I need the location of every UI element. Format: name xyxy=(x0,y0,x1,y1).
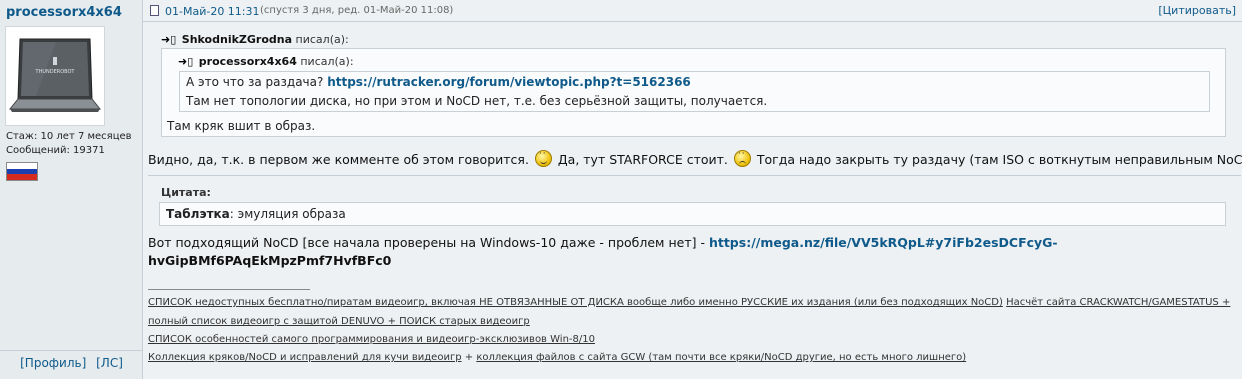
signature-line-2: полный список видеоигр с защитой DENUVO … xyxy=(148,316,530,327)
cite-text: Таблэтка: эмуляция образа xyxy=(166,207,346,221)
quote-said: писал(а): xyxy=(295,33,349,46)
profile-link[interactable]: [Профиль] xyxy=(20,356,86,370)
inner-quote-box: А это что за раздача? https://rutracker.… xyxy=(179,71,1210,112)
sig-link-gcw[interactable]: коллекция файлов с сайта GCW (там почти … xyxy=(476,352,966,363)
sig-link-win810[interactable]: СПИСОК особенностей самого программирова… xyxy=(148,334,595,345)
inner-quote-line1: А это что за раздача? https://rutracker.… xyxy=(186,75,691,89)
post-header: 01-Май-20 11:31 (спустя 3 дня, ред. 01-М… xyxy=(143,0,1242,22)
nocd-line: Вот подходящий NoCD [все начала проверен… xyxy=(148,235,1058,250)
user-links: [Профиль] [ЛС] xyxy=(0,350,143,379)
outer-quote-header: ➜▯ ShkodnikZGrodna писал(а): xyxy=(161,33,349,46)
inner-quote-line2: Там нет топологии диска, но при этом и N… xyxy=(186,94,768,108)
mega-link-cont[interactable]: hvGipBMf6PAqEkMpzPmf7HvfBFc0 xyxy=(148,253,391,268)
reply-text: Видно, да, т.к. в первом же комменте об … xyxy=(148,149,1242,167)
post-body: 01-Май-20 11:31 (спустя 3 дня, ред. 01-М… xyxy=(143,0,1242,379)
divider xyxy=(148,175,1241,176)
signature-line-1: СПИСОК недоступных бесплатно/пиратам вид… xyxy=(148,297,1230,308)
post-icon[interactable] xyxy=(150,5,159,16)
inner-quote-header: ➜▯ processorx4x64 писал(а): xyxy=(178,55,354,68)
quote-button[interactable]: [Цитировать] xyxy=(1158,4,1236,17)
outer-quote-reply: Там кряк вшит в образ. xyxy=(167,119,316,133)
user-pane: processorx4x64 THUNDEROBOT Стаж: 10 лет … xyxy=(0,0,143,379)
cite-bold: Таблэтка xyxy=(166,207,230,221)
quote-arrow-icon: ➜▯ xyxy=(161,33,177,46)
cite-box: Таблэтка: эмуляция образа xyxy=(159,202,1226,226)
inner-quote-text: А это что за раздача? xyxy=(186,75,324,89)
rutracker-link[interactable]: https://rutracker.org/forum/viewtopic.ph… xyxy=(327,75,691,89)
reply-part-2: Да, тут STARFORCE стоит. xyxy=(557,152,728,167)
username[interactable]: processorx4x64 xyxy=(6,5,122,20)
post-date[interactable]: 01-Май-20 11:31 xyxy=(165,5,260,18)
post-edited-note: (спустя 3 дня, ред. 01-Май-20 11:08) xyxy=(260,5,454,16)
inner-quote-author: processorx4x64 xyxy=(198,55,297,68)
pm-link[interactable]: [ЛС] xyxy=(96,356,123,370)
sig-link-unavailable-games[interactable]: СПИСОК недоступных бесплатно/пиратам вид… xyxy=(148,297,1003,308)
signature-divider xyxy=(148,289,310,290)
sig-link-cracks[interactable]: Коллекция кряков/NoCD и исправлений для … xyxy=(148,352,462,363)
user-messages: Сообщений: 19371 xyxy=(6,145,105,156)
outer-quote-box: ➜▯ processorx4x64 писал(а): А это что за… xyxy=(161,48,1226,137)
country-flag-icon xyxy=(6,162,38,181)
signature-line-4: Коллекция кряков/NoCD и исправлений для … xyxy=(148,352,966,363)
avatar: THUNDEROBOT xyxy=(5,26,105,126)
mega-link[interactable]: https://mega.nz/file/VV5kRQpL#y7iFb2esDC… xyxy=(709,235,1058,250)
reply-part-1: Видно, да, т.к. в первом же комменте об … xyxy=(148,152,529,167)
nocd-intro: Вот подходящий NoCD [все начала проверен… xyxy=(148,235,705,250)
quote-arrow-icon: ➜▯ xyxy=(178,55,194,68)
sig-link-crackwatch[interactable]: Насчёт сайта CRACKWATCH/GAMESTATUS + xyxy=(1006,297,1230,308)
user-tenure: Стаж: 10 лет 7 месяцев xyxy=(6,131,132,142)
forum-post: processorx4x64 THUNDEROBOT Стаж: 10 лет … xyxy=(0,0,1242,379)
sig-link-denuvo[interactable]: полный список видеоигр с защитой DENUVO … xyxy=(148,316,530,327)
cite-label: Цитата: xyxy=(161,186,211,199)
sig-plus: + xyxy=(464,352,474,363)
sad-smile-icon xyxy=(733,149,751,167)
signature-line-3: СПИСОК особенностей самого программирова… xyxy=(148,334,595,345)
laptop-image: THUNDEROBOT xyxy=(8,38,102,112)
inner-quote-said: писал(а): xyxy=(300,55,354,68)
smile-icon xyxy=(534,149,552,167)
quote-author: ShkodnikZGrodna xyxy=(181,33,293,46)
reply-part-3: Тогда надо закрыть ту раздачу (там ISO с… xyxy=(756,152,1242,167)
avatar-brand-text: THUNDEROBOT xyxy=(35,69,76,75)
cite-rest: : эмуляция образа xyxy=(229,207,346,221)
